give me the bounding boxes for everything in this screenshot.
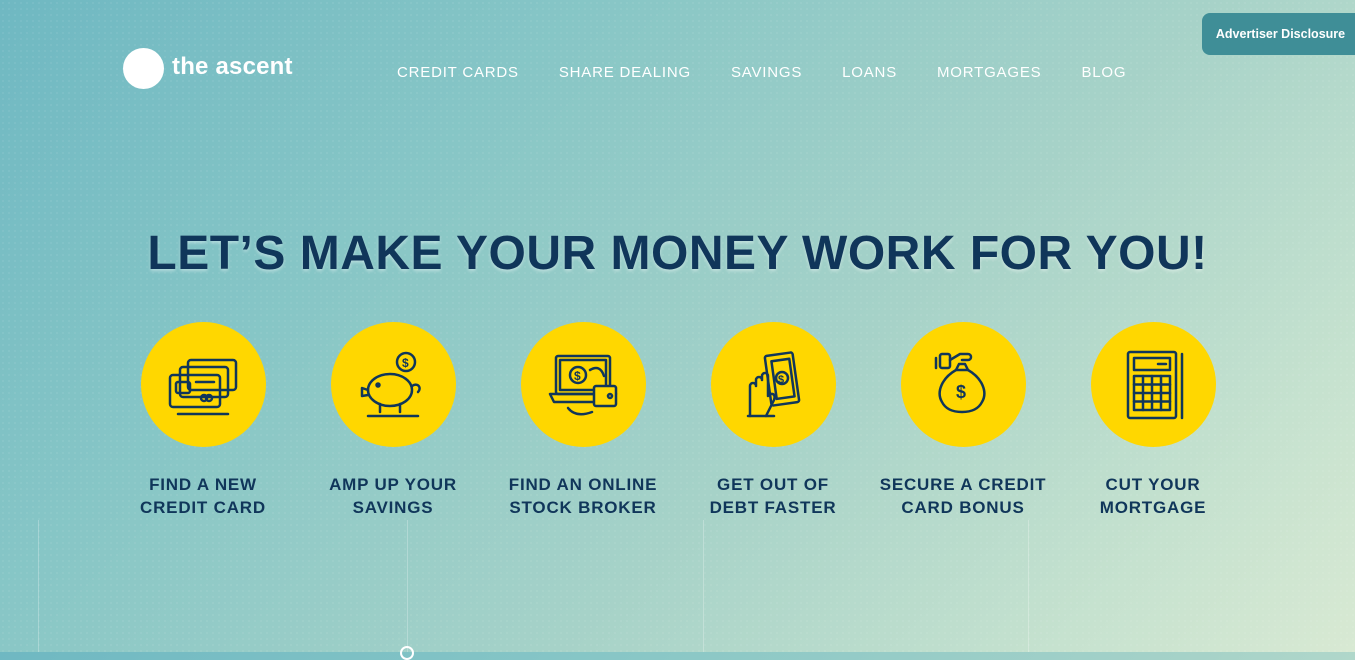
calculator-icon [1090, 322, 1216, 447]
feature-label: AMP UP YOUR SAVINGS [329, 475, 457, 517]
background-line [1028, 520, 1029, 652]
main-nav: CREDIT CARDS SHARE DEALING SAVINGS LOANS… [397, 63, 1166, 83]
background-line [703, 520, 704, 652]
feature-list: FIND A NEW CREDIT CARD $ AMP UP YOUR SAV… [108, 322, 1248, 519]
feature-amp-up-savings[interactable]: $ AMP UP YOUR SAVINGS [298, 322, 488, 519]
money-bag-icon: $ [900, 322, 1026, 447]
nav-credit-cards[interactable]: CREDIT CARDS [397, 63, 519, 83]
feature-label: GET OUT OF DEBT FASTER [709, 475, 837, 517]
feature-label: FIND A NEW CREDIT CARD [140, 475, 266, 517]
logo-text: the ascent [172, 52, 293, 80]
laptop-trading-icon: $ [520, 322, 646, 447]
nav-blog[interactable]: BLOG [1081, 63, 1126, 83]
svg-text:$: $ [778, 374, 784, 386]
nav-share-dealing[interactable]: SHARE DEALING [559, 63, 691, 83]
hand-cash-icon: $ [710, 322, 836, 447]
nav-savings[interactable]: SAVINGS [731, 63, 802, 83]
svg-text:$: $ [574, 369, 581, 383]
feature-label: SECURE A CREDIT CARD BONUS [879, 475, 1047, 517]
advertiser-disclosure-button[interactable]: Advertiser Disclosure [1202, 13, 1355, 55]
nav-mortgages[interactable]: MORTGAGES [937, 63, 1041, 83]
credit-cards-icon [140, 322, 266, 447]
feature-label: CUT YOUR MORTGAGE [1099, 475, 1207, 517]
scroll-indicator-icon [400, 646, 414, 660]
piggy-bank-icon: $ [330, 322, 456, 447]
nav-loans[interactable]: LOANS [842, 63, 897, 83]
hero-headline: LET’S MAKE YOUR MONEY WORK FOR YOU! [147, 227, 1208, 280]
background-line [407, 520, 408, 652]
feature-credit-card-bonus[interactable]: $ SECURE A CREDIT CARD BONUS [868, 322, 1058, 519]
feature-cut-mortgage[interactable]: CUT YOUR MORTGAGE [1058, 322, 1248, 519]
feature-find-credit-card[interactable]: FIND A NEW CREDIT CARD [108, 322, 298, 519]
svg-text:$: $ [956, 382, 966, 402]
feature-debt-faster[interactable]: $ GET OUT OF DEBT FASTER [678, 322, 868, 519]
feature-online-stock-broker[interactable]: $ FIND AN ONLINE STOCK BROKER [488, 322, 678, 519]
logo-circle-icon [123, 48, 164, 89]
svg-text:$: $ [402, 356, 409, 370]
site-logo[interactable]: the ascent [123, 48, 293, 89]
background-line [38, 520, 39, 652]
feature-label: FIND AN ONLINE STOCK BROKER [508, 475, 658, 517]
